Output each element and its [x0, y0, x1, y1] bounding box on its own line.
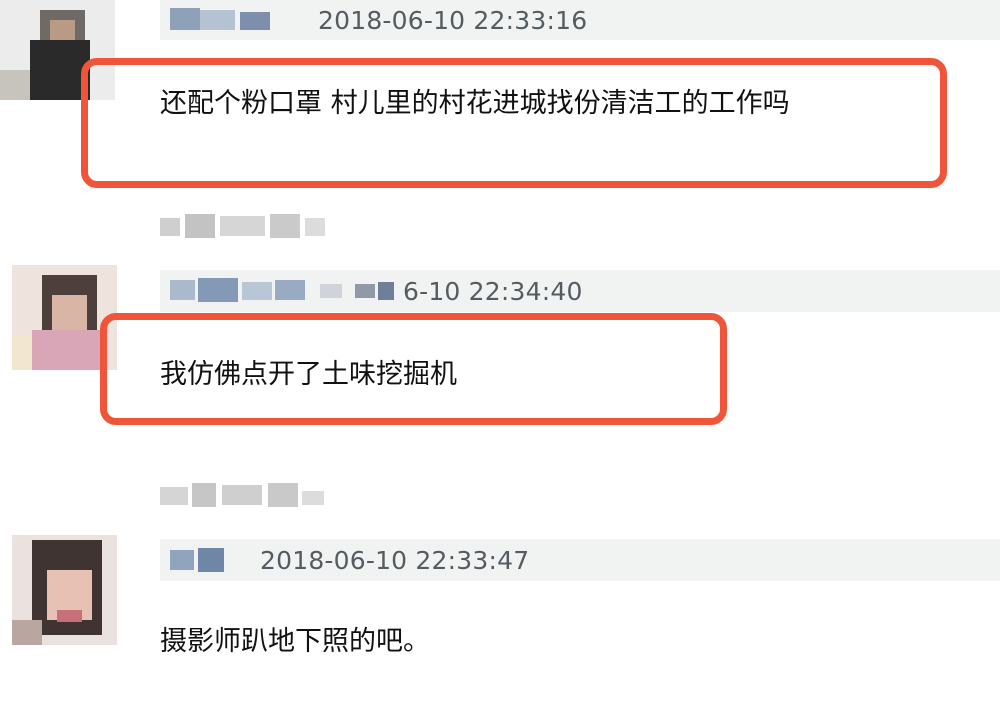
avatar-pixel: [0, 70, 30, 100]
highlight-box: [81, 58, 947, 188]
avatar-pixel: [50, 20, 75, 40]
comment-text: 还配个粉口罩 村儿里的村花进城找份清洁工的工作吗: [160, 88, 790, 119]
username-blurred[interactable]: [170, 278, 400, 302]
avatar[interactable]: [12, 535, 117, 645]
comment-text: 我仿佛点开了土味挖掘机: [160, 359, 457, 390]
avatar-pixel: [57, 610, 82, 622]
avatar-pixel: [12, 620, 42, 645]
comment-timestamp: 2018-06-10 22:33:47: [260, 546, 530, 575]
comment-text: 摄影师趴地下照的吧。: [160, 626, 430, 657]
avatar-pixel: [12, 335, 32, 370]
comment-timestamp: 6-10 22:34:40: [403, 277, 583, 306]
avatar-pixel: [32, 330, 102, 370]
reply-link-blurred[interactable]: [160, 483, 330, 507]
avatar-pixel: [52, 295, 87, 330]
reply-link-blurred[interactable]: [160, 214, 330, 238]
username-blurred[interactable]: [170, 548, 230, 572]
comment-timestamp: 2018-06-10 22:33:16: [318, 6, 588, 35]
username-blurred[interactable]: [170, 8, 280, 32]
